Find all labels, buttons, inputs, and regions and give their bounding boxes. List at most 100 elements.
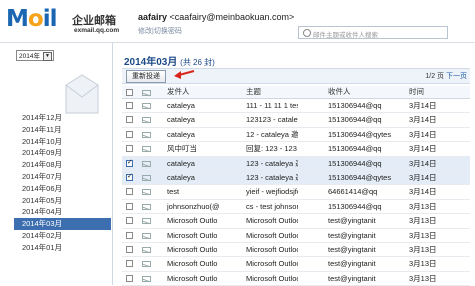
row-checkbox[interactable] bbox=[126, 145, 133, 153]
envelope-icon bbox=[142, 218, 151, 225]
row-sender: Microsoft Outlo bbox=[167, 259, 218, 269]
table-row[interactable]: Microsoft Outlo Microsoft Outlook test@yin… bbox=[122, 243, 470, 258]
account-links[interactable]: 修改|切换密码 bbox=[138, 26, 182, 36]
mail-table: 发件人 主题 收件人 时间 cataleya 111 - 11 11 1 test… bbox=[122, 86, 470, 286]
month-item[interactable]: 2014年07月 bbox=[14, 171, 111, 183]
table-row[interactable]: cataleya 123 - cataleya 邀请 151306944@qytes… bbox=[122, 170, 470, 186]
row-subject: Microsoft Outlook bbox=[246, 230, 298, 240]
row-recipient: 151306944@qq bbox=[328, 144, 382, 154]
table-row[interactable]: cataleya 12 - cataleya 邀请您 151306944@qytes… bbox=[122, 128, 470, 143]
row-recipient: test@yingtanit bbox=[328, 230, 376, 240]
month-list: 2014年12月 2014年11月 2014年10月 2014年09月 2014年08月… bbox=[14, 112, 111, 254]
month-item[interactable]: 2014年09月 bbox=[14, 147, 111, 159]
month-item[interactable]: 2014年04月 bbox=[14, 206, 111, 218]
month-item[interactable]: 2014年01月 bbox=[14, 242, 111, 254]
logo-title: 企业邮箱 bbox=[72, 15, 116, 27]
page-indicator: 1/2 页 bbox=[425, 73, 445, 80]
row-sender: johnsonzhuo(@ bbox=[167, 201, 220, 211]
row-time: 3月13日 bbox=[409, 259, 437, 269]
row-recipient: test@yingtanit bbox=[328, 259, 376, 269]
month-item[interactable]: 2014年05月 bbox=[14, 195, 111, 207]
row-subject: yieif - wejfiodsjfejf bbox=[246, 187, 298, 197]
month-item[interactable]: 2014年10月 bbox=[14, 136, 111, 148]
row-sender: Microsoft Outlo bbox=[167, 273, 218, 283]
row-subject: 12 - cataleya 邀请您 bbox=[246, 129, 298, 139]
mail-logo[interactable]: Moil bbox=[6, 6, 57, 32]
row-subject: Microsoft Outlook bbox=[246, 259, 298, 269]
row-subject: 123 - cataleya 邀请 bbox=[246, 158, 298, 168]
resend-button[interactable]: 重新投递 bbox=[126, 70, 166, 83]
row-sender: cataleya bbox=[167, 172, 195, 182]
table-row[interactable]: johnsonzhuo(@ cs - test johnsonzhuo 151306… bbox=[122, 200, 470, 215]
month-title-text: 2014年03月 bbox=[124, 57, 178, 68]
month-item[interactable]: 2014年02月 bbox=[14, 230, 111, 242]
table-row[interactable]: Microsoft Outlo Microsoft Outlook test@yin… bbox=[122, 214, 470, 229]
row-sender: cataleya bbox=[167, 129, 195, 139]
row-time: 3月13日 bbox=[409, 201, 437, 211]
header-time[interactable]: 时间 bbox=[409, 86, 467, 98]
envelope-icon bbox=[142, 261, 151, 268]
month-item[interactable]: 2014年11月 bbox=[14, 124, 111, 136]
row-recipient: 151306944@qq bbox=[328, 101, 382, 110]
table-row[interactable]: Microsoft Outlo Microsoft Outlook test@yin… bbox=[122, 272, 470, 286]
row-checkbox[interactable] bbox=[126, 260, 133, 268]
table-header: 发件人 主题 收件人 时间 bbox=[122, 86, 470, 99]
row-subject: 123 - cataleya 邀请 bbox=[246, 172, 298, 182]
year-select[interactable]: 2014年 ▼ bbox=[16, 50, 54, 61]
search-icon bbox=[303, 29, 311, 37]
envelope-icon bbox=[142, 203, 151, 210]
row-checkbox[interactable] bbox=[126, 116, 133, 124]
envelope-icon bbox=[142, 131, 151, 138]
month-item[interactable]: 2014年08月 bbox=[14, 159, 111, 171]
row-checkbox[interactable] bbox=[126, 172, 133, 181]
header-subject[interactable]: 主题 bbox=[246, 86, 298, 98]
table-row[interactable]: Microsoft Outlo Microsoft Outlook test@yin… bbox=[122, 229, 470, 243]
row-subject: 111 - 11 11 1 testc bbox=[246, 101, 298, 110]
row-subject: cs - test johnsonzhuo bbox=[246, 201, 298, 211]
search-input[interactable]: 邮件主题或收件人搜索 bbox=[298, 26, 448, 39]
row-checkbox[interactable] bbox=[126, 158, 133, 167]
row-sender: cataleya bbox=[167, 115, 195, 125]
user-email: <caafairy@meinbaokuan.com> bbox=[169, 12, 295, 22]
row-checkbox[interactable] bbox=[126, 102, 133, 109]
month-item[interactable]: 2014年12月 bbox=[14, 112, 111, 124]
row-checkbox[interactable] bbox=[126, 245, 133, 253]
row-time: 3月13日 bbox=[409, 244, 437, 254]
page-title: 2014年03月 (共 26 封) bbox=[124, 53, 215, 68]
row-checkbox[interactable] bbox=[126, 202, 133, 210]
header-sender[interactable]: 发件人 bbox=[167, 86, 249, 98]
row-checkbox[interactable] bbox=[126, 231, 133, 239]
row-subject: Microsoft Outlook bbox=[246, 216, 298, 226]
mail-count: (共 26 封) bbox=[180, 58, 215, 67]
row-sender: Microsoft Outlo bbox=[167, 244, 218, 254]
envelope-icon bbox=[142, 232, 151, 239]
month-item[interactable]: 2014年03月 bbox=[14, 218, 111, 230]
table-row[interactable]: cataleya 123123 - cataleya 151306944@qq 3月1… bbox=[122, 113, 470, 128]
row-time: 3月14日 bbox=[409, 101, 437, 110]
next-page-link[interactable]: 下一页 bbox=[446, 73, 467, 80]
envelope-icon bbox=[142, 146, 151, 153]
app-header: Moil 企业邮箱 exmail.qq.com aafairy <caafair… bbox=[0, 0, 475, 43]
row-sender: 风中叮当 bbox=[167, 144, 197, 154]
row-checkbox[interactable] bbox=[126, 274, 133, 282]
row-sender: Microsoft Outlo bbox=[167, 230, 218, 240]
table-row[interactable]: 风中叮当 回复: 123 - 123 123 151306944@qq 3月14日 bbox=[122, 142, 470, 157]
envelope-icon bbox=[142, 90, 151, 96]
table-row[interactable]: Microsoft Outlo Microsoft Outlook test@yin… bbox=[122, 257, 470, 272]
table-row[interactable]: cataleya 111 - 11 11 1 testc 151306944@qq 3… bbox=[122, 99, 470, 114]
select-all-checkbox[interactable] bbox=[126, 89, 133, 96]
row-checkbox[interactable] bbox=[126, 217, 133, 225]
pager: 1/2 页 下一页 bbox=[425, 71, 467, 81]
header-to[interactable]: 收件人 bbox=[328, 86, 402, 98]
row-recipient: 151306944@qytes bbox=[328, 129, 392, 139]
table-row[interactable]: test yieif - wejfiodsjfejf 64661414@qq 3月14… bbox=[122, 185, 470, 200]
month-item[interactable]: 2014年06月 bbox=[14, 183, 111, 195]
row-checkbox[interactable] bbox=[126, 188, 133, 196]
row-subject: Microsoft Outlook bbox=[246, 273, 298, 283]
envelope-icon bbox=[142, 275, 151, 282]
chevron-down-icon[interactable]: ▼ bbox=[43, 52, 52, 61]
envelope-icon bbox=[142, 189, 151, 196]
row-checkbox[interactable] bbox=[126, 130, 133, 138]
row-time: 3月14日 bbox=[409, 129, 437, 139]
table-row[interactable]: cataleya 123 - cataleya 邀请 151306944@qq 3月1… bbox=[122, 156, 470, 171]
